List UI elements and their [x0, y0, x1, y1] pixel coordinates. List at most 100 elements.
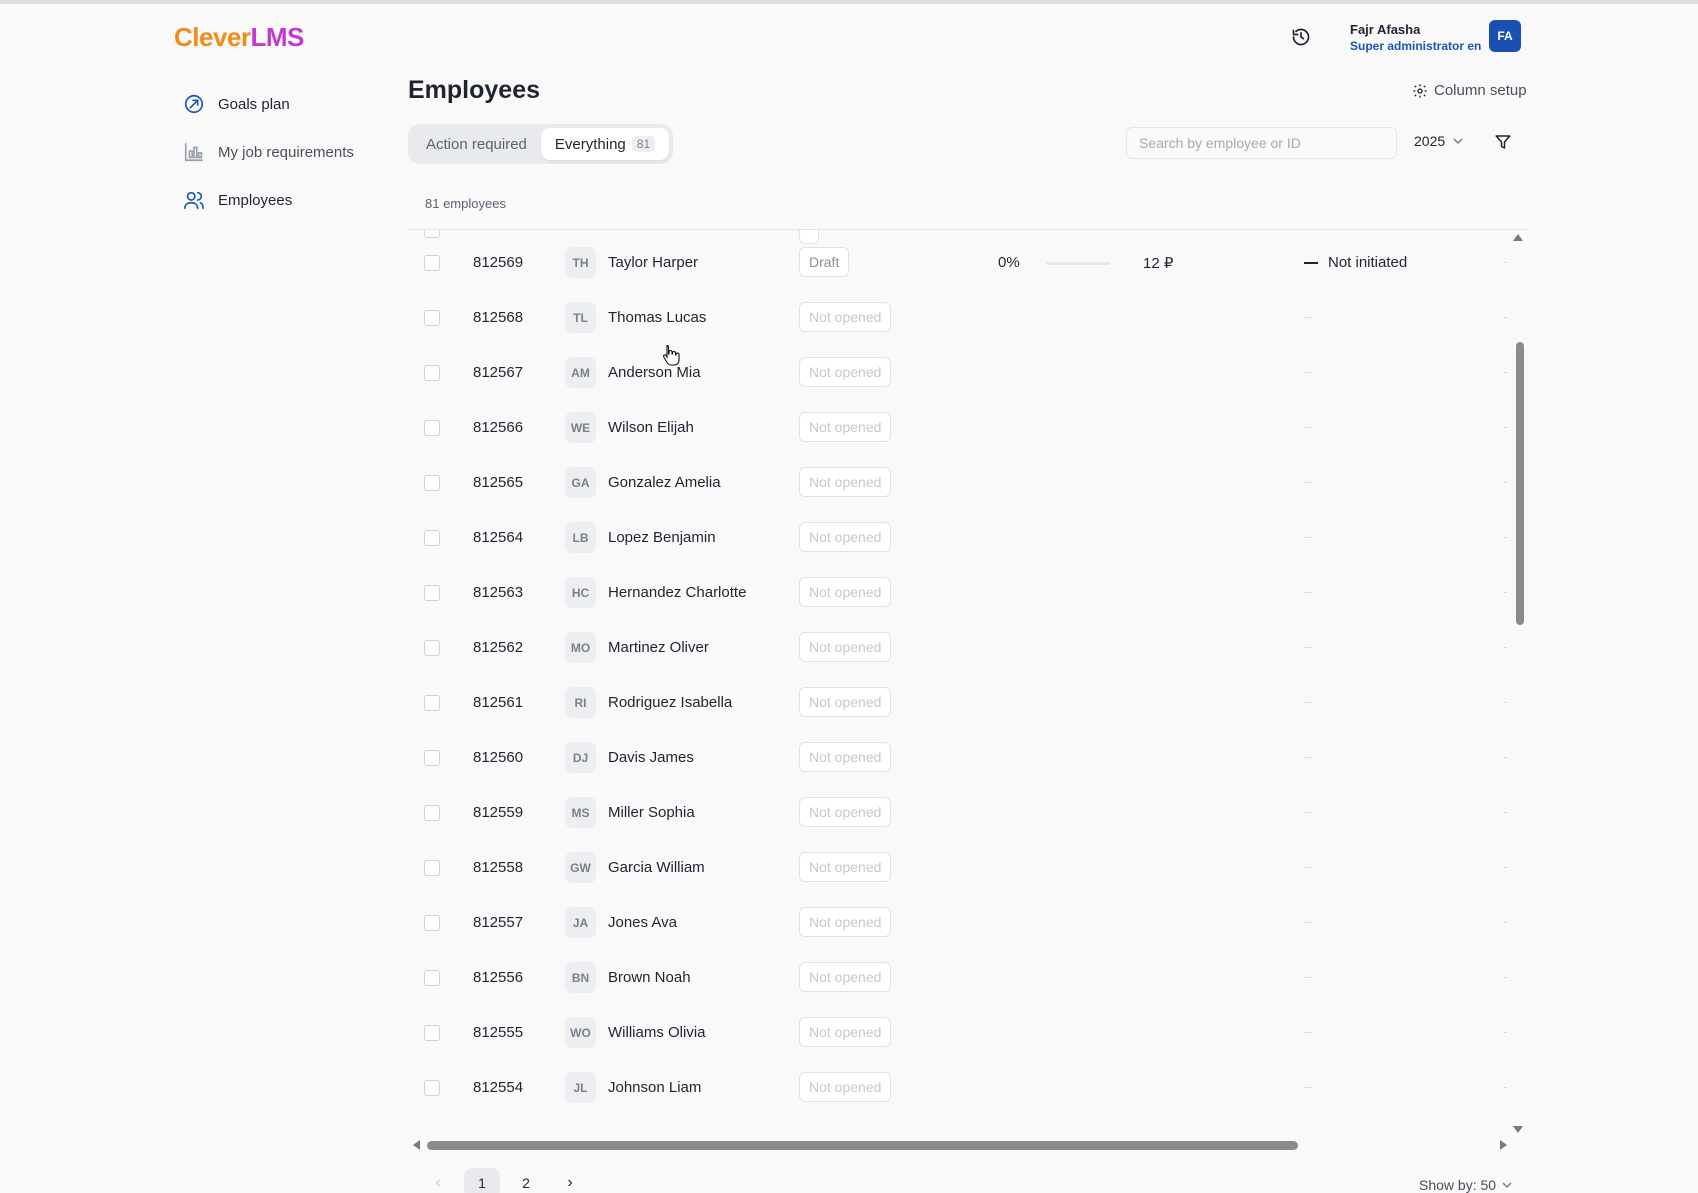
result-status: Not initiated — [1304, 254, 1407, 271]
row-checkbox[interactable] — [424, 1080, 440, 1096]
row-checkbox[interactable] — [424, 255, 440, 271]
table-row[interactable]: 812556 BN Brown Noah Not opened -- - — [408, 950, 1518, 1005]
empty-cell: - — [1503, 1079, 1508, 1094]
sidebar-item-goals-plan[interactable]: Goals plan — [182, 84, 382, 124]
page-size-select[interactable]: Show by: 50 — [1419, 1177, 1512, 1193]
vertical-scrollbar[interactable] — [1516, 342, 1524, 625]
employee-name[interactable]: Jones Ava — [608, 914, 677, 931]
dash-icon — [1304, 261, 1318, 264]
empty-cell: - — [1503, 914, 1508, 929]
scroll-down-arrow[interactable] — [1513, 1126, 1523, 1133]
empty-cell: -- — [1304, 749, 1313, 764]
empty-cell: - — [1503, 694, 1508, 709]
table-row[interactable]: 812560 DJ Davis James Not opened -- - — [408, 730, 1518, 785]
user-info[interactable]: Fajr Afasha Super administrator en — [1350, 22, 1481, 53]
page-button-1[interactable]: 1 — [464, 1168, 500, 1193]
table-row[interactable]: 812564 LB Lopez Benjamin Not opened -- - — [408, 510, 1518, 565]
row-checkbox[interactable] — [424, 640, 440, 656]
employee-name[interactable]: Lopez Benjamin — [608, 529, 716, 546]
employee-id: 812560 — [473, 749, 524, 766]
scroll-right-arrow[interactable] — [1500, 1140, 1507, 1150]
sidebar-item-employees[interactable]: Employees — [182, 180, 382, 220]
status-badge: Not opened — [799, 467, 892, 497]
row-checkbox[interactable] — [424, 970, 440, 986]
empty-cell: -- — [1304, 419, 1313, 434]
user-avatar[interactable]: FA — [1489, 20, 1521, 52]
app-logo[interactable]: CleverLMS — [174, 22, 304, 53]
table-row[interactable]: 812563 HC Hernandez Charlotte Not opened… — [408, 565, 1518, 620]
employee-name[interactable]: Garcia William — [608, 859, 705, 876]
employee-name[interactable]: Brown Noah — [608, 969, 691, 986]
scroll-left-arrow[interactable] — [413, 1140, 420, 1150]
empty-cell: - — [1503, 804, 1508, 819]
row-checkbox[interactable] — [424, 805, 440, 821]
search-input[interactable] — [1126, 127, 1397, 159]
table-row[interactable]: 812557 JA Jones Ava Not opened -- - — [408, 895, 1518, 950]
tab-label: Everything — [554, 135, 626, 153]
employee-name[interactable]: Thomas Lucas — [608, 309, 706, 326]
table-row[interactable]: 812569 TH Taylor Harper Draft 0% 12 ₽ No… — [408, 235, 1518, 290]
horizontal-scrollbar[interactable] — [427, 1141, 1298, 1150]
row-checkbox[interactable] — [424, 365, 440, 381]
row-checkbox[interactable] — [424, 1025, 440, 1041]
table-row[interactable]: 812562 MO Martinez Oliver Not opened -- … — [408, 620, 1518, 675]
employee-name[interactable]: Martinez Oliver — [608, 639, 709, 656]
row-checkbox[interactable] — [424, 585, 440, 601]
row-checkbox[interactable] — [424, 530, 440, 546]
scroll-up-arrow[interactable] — [1513, 234, 1523, 241]
column-setup-label: Column setup — [1434, 82, 1527, 99]
amount: 12 ₽ — [1143, 255, 1174, 272]
column-setup-button[interactable]: Column setup — [1412, 82, 1527, 99]
table-row[interactable]: 812565 GA Gonzalez Amelia Not opened -- … — [408, 455, 1518, 510]
result-label: Not initiated — [1328, 254, 1408, 271]
clock-history-icon — [1292, 28, 1310, 46]
employees-table[interactable]: 812569 TH Taylor Harper Draft 0% 12 ₽ No… — [408, 230, 1518, 1120]
employee-name[interactable]: Anderson Mia — [608, 364, 701, 381]
prev-page-button[interactable]: ‹ — [420, 1168, 456, 1193]
employee-name[interactable]: Davis James — [608, 749, 694, 766]
avatar: GW — [565, 852, 596, 883]
table-row[interactable]: 812567 AM Anderson Mia Not opened -- - — [408, 345, 1518, 400]
row-checkbox[interactable] — [424, 310, 440, 326]
table-row[interactable]: 812559 MS Miller Sophia Not opened -- - — [408, 785, 1518, 840]
sidebar-item-my-job-requirements[interactable]: My job requirements — [182, 132, 382, 172]
employee-id: 812557 — [473, 914, 524, 931]
employee-name[interactable]: Miller Sophia — [608, 804, 695, 821]
history-button[interactable] — [1286, 22, 1316, 52]
status-badge: Not opened — [799, 687, 892, 717]
page-title: Employees — [408, 76, 541, 104]
pagination: ‹ 1 2 › — [420, 1168, 596, 1193]
employee-name[interactable]: Rodriguez Isabella — [608, 694, 732, 711]
employee-name[interactable]: Johnson Liam — [608, 1079, 701, 1096]
row-checkbox[interactable] — [424, 915, 440, 931]
user-name: Fajr Afasha — [1350, 22, 1421, 37]
employee-name[interactable]: Wilson Elijah — [608, 419, 694, 436]
row-checkbox[interactable] — [424, 420, 440, 436]
empty-cell: -- — [1304, 804, 1313, 819]
sidebar: Goals plan My job requirements Employees — [182, 84, 382, 228]
chart-icon — [182, 140, 206, 164]
employee-name[interactable]: Taylor Harper — [608, 254, 698, 271]
empty-cell: - — [1503, 749, 1508, 764]
employee-name[interactable]: Gonzalez Amelia — [608, 474, 721, 491]
table-row[interactable]: 812555 WO Williams Olivia Not opened -- … — [408, 1005, 1518, 1060]
table-row[interactable]: 812554 JL Johnson Liam Not opened -- - — [408, 1060, 1518, 1115]
tab-everything[interactable]: Everything 81 — [540, 128, 670, 160]
table-row[interactable]: 812566 WE Wilson Elijah Not opened -- - — [408, 400, 1518, 455]
empty-cell: - — [1503, 969, 1508, 984]
employee-name[interactable]: Williams Olivia — [608, 1024, 706, 1041]
year-select[interactable]: 2025 — [1414, 133, 1463, 149]
employee-name[interactable]: Hernandez Charlotte — [608, 584, 746, 601]
tab-action-required[interactable]: Action required — [412, 128, 541, 160]
next-page-button[interactable]: › — [552, 1168, 588, 1193]
row-checkbox[interactable] — [424, 750, 440, 766]
row-checkbox[interactable] — [424, 860, 440, 876]
table-row[interactable]: 812568 TL Thomas Lucas Not opened -- - — [408, 290, 1518, 345]
empty-cell: -- — [1304, 914, 1313, 929]
table-row[interactable]: 812561 RI Rodriguez Isabella Not opened … — [408, 675, 1518, 730]
filter-button[interactable] — [1494, 133, 1512, 156]
table-row[interactable]: 812558 GW Garcia William Not opened -- - — [408, 840, 1518, 895]
row-checkbox[interactable] — [424, 475, 440, 491]
row-checkbox[interactable] — [424, 695, 440, 711]
page-button-2[interactable]: 2 — [508, 1168, 544, 1193]
